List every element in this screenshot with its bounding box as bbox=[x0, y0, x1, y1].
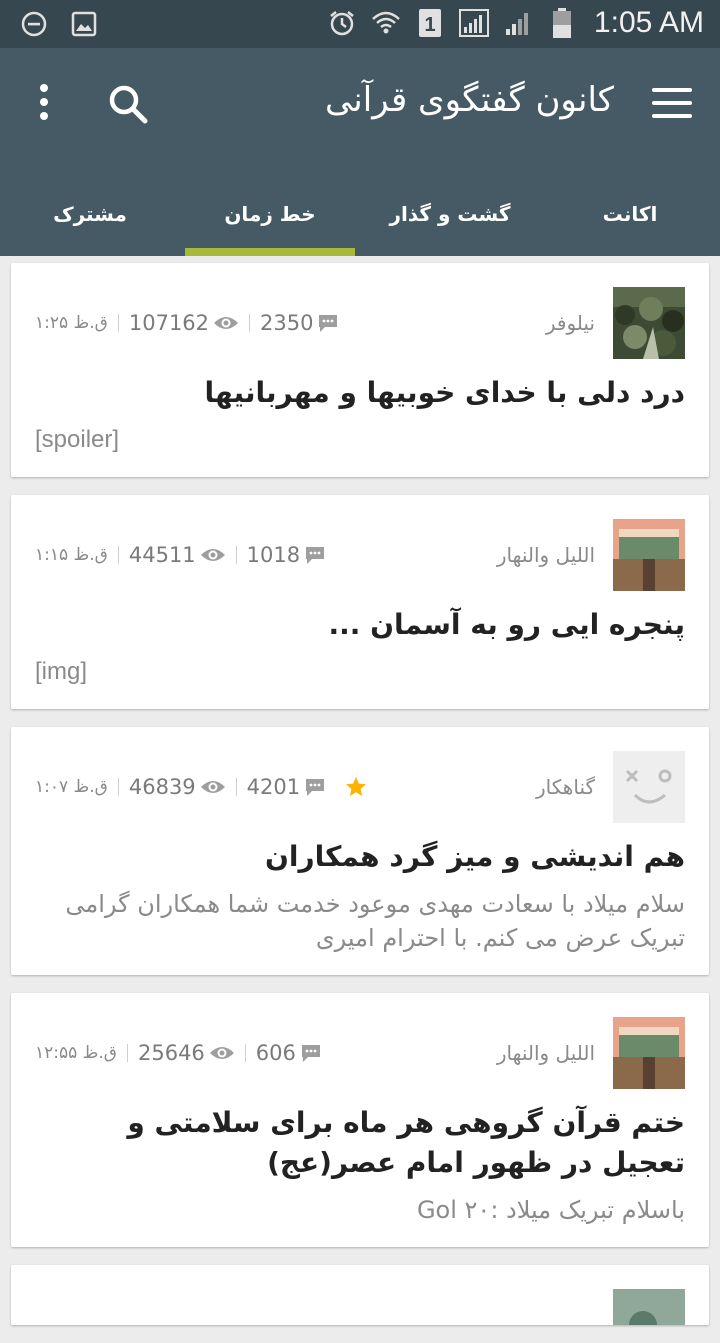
post-meta: ۱:۲۵ ق.ظ 107162 2350 bbox=[35, 311, 339, 335]
post-title[interactable]: پنجره ایی رو به آسمان ... bbox=[35, 605, 686, 645]
view-count: 44511 bbox=[128, 543, 196, 567]
signal-2-icon bbox=[502, 7, 534, 39]
post-title[interactable]: هم اندیشی و میز گرد همکاران bbox=[35, 837, 685, 877]
view-count: 46839 bbox=[128, 775, 196, 799]
post-meta: ۱:۰۷ ق.ظ 46839 4201 bbox=[35, 775, 368, 799]
post-card[interactable]: اللیل والنهار ۱۲:۵۵ ق.ظ 25646 606 ختم قر… bbox=[11, 993, 709, 1247]
post-time: ۱۲:۵۵ ق.ظ bbox=[35, 1043, 117, 1063]
tab-subscribed[interactable]: مشترک bbox=[0, 172, 180, 256]
eye-icon bbox=[214, 317, 239, 329]
post-card[interactable]: نیلوفر ۱:۲۵ ق.ظ 107162 2350 درد دلی با خ… bbox=[11, 263, 709, 477]
more-vert-icon bbox=[40, 84, 48, 92]
avatar[interactable] bbox=[613, 1017, 685, 1089]
post-meta: ۱:۱۵ ق.ظ 44511 1018 bbox=[35, 543, 326, 567]
comment-icon bbox=[319, 315, 338, 332]
comment-icon bbox=[306, 779, 325, 796]
star-icon bbox=[344, 775, 368, 799]
menu-icon bbox=[652, 88, 692, 92]
svg-text:1: 1 bbox=[424, 14, 435, 36]
status-bar: 1 1:05 AM bbox=[0, 0, 720, 48]
comment-count: 4201 bbox=[246, 775, 301, 799]
tab-bar: اکانت گشت و گذار خط زمان مشترک bbox=[0, 172, 720, 256]
tab-explore[interactable]: گشت و گذار bbox=[360, 172, 540, 256]
post-card[interactable]: اللیل والنهار ۱:۱۵ ق.ظ 44511 1018 پنجره … bbox=[11, 495, 709, 709]
gallery-icon bbox=[68, 8, 100, 40]
search-icon bbox=[109, 85, 148, 124]
eye-icon bbox=[200, 781, 225, 793]
avatar[interactable] bbox=[613, 751, 685, 823]
alarm-icon bbox=[326, 7, 358, 39]
post-title[interactable]: درد دلی با خدای خوبیها و مهربانیها bbox=[35, 373, 685, 413]
post-preview: [img] bbox=[35, 658, 88, 685]
post-preview: [spoiler] bbox=[35, 426, 120, 453]
menu-button[interactable] bbox=[652, 88, 692, 120]
post-time: ۱:۲۵ ق.ظ bbox=[35, 313, 108, 333]
post-author[interactable]: نیلوفر bbox=[339, 311, 595, 335]
post-title[interactable]: ختم قرآن گروهی هر ماه برای سلامتی و تعجی… bbox=[35, 1103, 685, 1183]
sim-1-icon: 1 bbox=[414, 7, 446, 39]
clock: 1:05 AM bbox=[593, 6, 704, 39]
avatar[interactable] bbox=[613, 1289, 685, 1325]
comment-count: 1018 bbox=[246, 543, 301, 567]
post-preview: باسلام تبریک میلاد :۲۰ Gol bbox=[416, 1196, 685, 1224]
do-not-disturb-icon bbox=[18, 8, 50, 40]
tab-account[interactable]: اکانت bbox=[540, 172, 720, 256]
signal-icon bbox=[458, 7, 490, 39]
post-feed: نیلوفر ۱:۲۵ ق.ظ 107162 2350 درد دلی با خ… bbox=[11, 263, 709, 1343]
avatar[interactable] bbox=[613, 287, 685, 359]
battery-icon bbox=[546, 7, 578, 39]
view-count: 107162 bbox=[128, 311, 210, 335]
post-author[interactable]: گناهکار bbox=[368, 775, 595, 799]
tab-timeline[interactable]: خط زمان bbox=[180, 172, 360, 256]
comment-count: 606 bbox=[255, 1041, 296, 1065]
post-meta: ۱۲:۵۵ ق.ظ 25646 606 bbox=[35, 1041, 322, 1065]
search-button[interactable] bbox=[106, 82, 150, 126]
comment-icon bbox=[306, 547, 325, 564]
eye-icon bbox=[200, 549, 225, 561]
post-card[interactable] bbox=[11, 1265, 709, 1325]
post-author[interactable]: اللیل والنهار bbox=[326, 543, 595, 567]
comment-count: 2350 bbox=[260, 311, 314, 335]
post-card[interactable]: گناهکار ۱:۰۷ ق.ظ 46839 4201 هم اندیشی و … bbox=[11, 727, 709, 975]
post-preview: سلام میلاد با سعادت مهدی موعود خدمت شما … bbox=[65, 890, 685, 952]
wifi-icon bbox=[370, 7, 402, 39]
post-time: ۱:۱۵ ق.ظ bbox=[35, 545, 108, 565]
eye-icon bbox=[209, 1047, 234, 1059]
avatar[interactable] bbox=[613, 519, 685, 591]
app-title: کانون گفتگوی قرآنی bbox=[324, 80, 614, 120]
post-time: ۱:۰۷ ق.ظ bbox=[35, 777, 108, 797]
comment-icon bbox=[301, 1045, 320, 1062]
post-author[interactable]: اللیل والنهار bbox=[322, 1041, 595, 1065]
more-options-button[interactable] bbox=[34, 84, 54, 124]
app-bar: کانون گفتگوی قرآنی اکانت گشت و گذار خط ز… bbox=[0, 48, 720, 256]
default-avatar-icon bbox=[613, 751, 685, 823]
view-count: 25646 bbox=[137, 1041, 205, 1065]
